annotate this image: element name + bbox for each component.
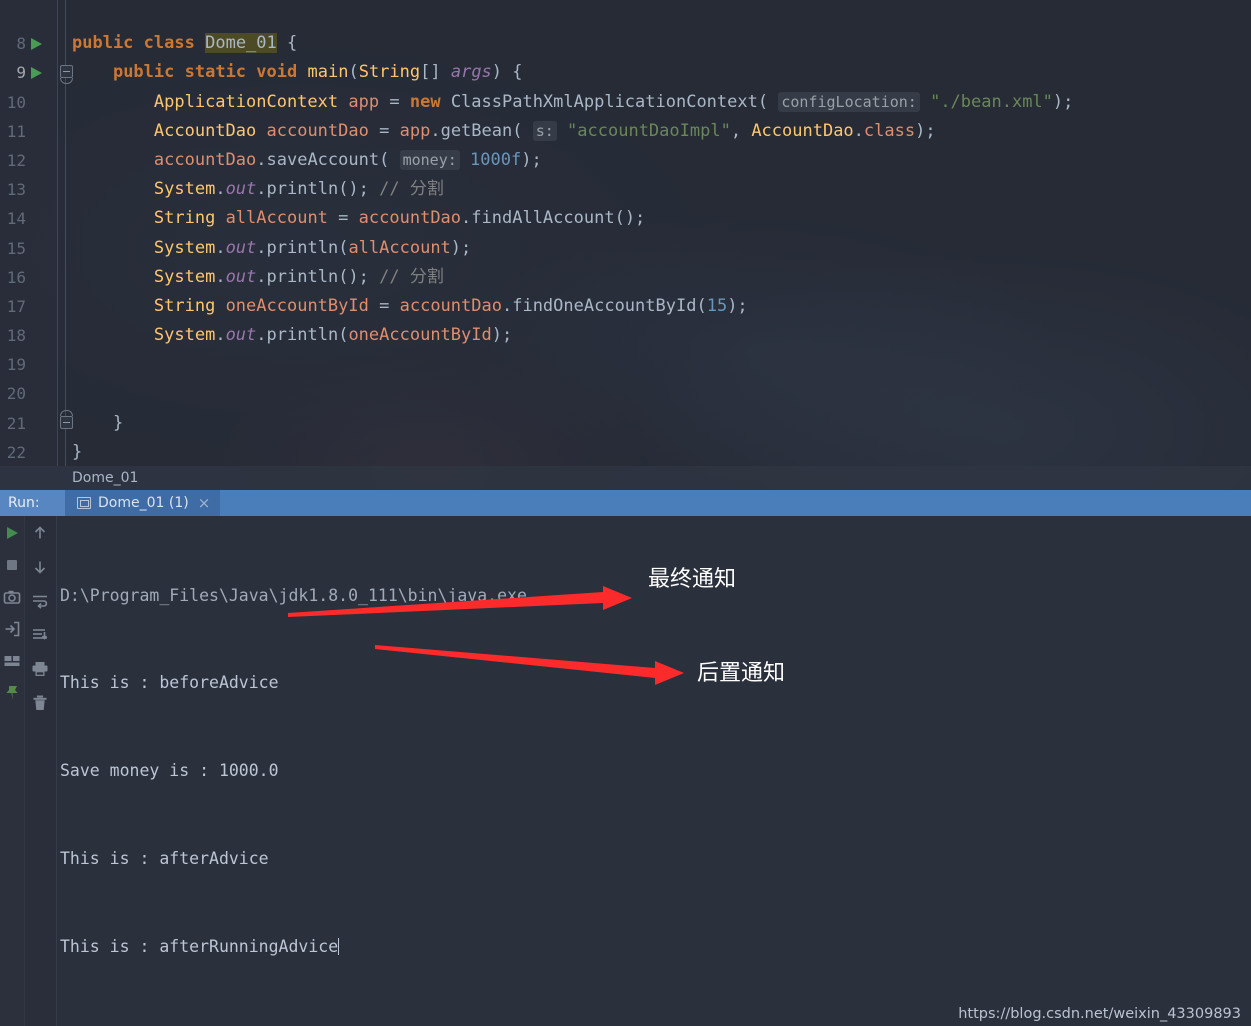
code-text: System.out.println(allAccount);	[153, 237, 472, 258]
code-text: accountDao.saveAccount( money: 1000f);	[153, 149, 542, 170]
code-text: public static void main(String[] args) {	[112, 62, 523, 83]
run-left-toolbar	[0, 516, 24, 1026]
run-right-toolbar	[24, 516, 56, 1026]
watermark: https://blog.csdn.net/weixin_43309893	[958, 1006, 1241, 1022]
code-line[interactable]: 23 }	[0, 438, 1251, 466]
arrow-up-icon[interactable]	[31, 524, 49, 542]
run-tool-window-header: Run: Dome_01 (1) ×	[0, 490, 1251, 516]
code-line[interactable]: 13 accountDao.saveAccount( money: 1000f)…	[0, 146, 1251, 199]
console-line: This is : afterAdvice	[60, 849, 269, 869]
run-tool-window: D:\Program_Files\Java\jdk1.8.0_111\bin\j…	[0, 516, 1251, 1026]
export-icon[interactable]	[3, 620, 21, 638]
text-caret	[338, 938, 340, 956]
console-line: Save money is : 1000.0	[60, 761, 279, 781]
code-text: ApplicationContext app = new ClassPathXm…	[153, 91, 1074, 112]
code-line[interactable]: 8	[0, 0, 1251, 53]
console-output[interactable]: D:\Program_Files\Java\jdk1.8.0_111\bin\j…	[60, 522, 1251, 1026]
run-configuration-tab[interactable]: Dome_01 (1) ×	[65, 490, 221, 516]
code-line[interactable]: 14 System.out.println(); // 分割	[0, 175, 1251, 228]
arrow-down-icon[interactable]	[31, 558, 49, 576]
code-text: System.out.println(); // 分割	[153, 179, 444, 200]
code-text: public class Dome_01 {	[72, 33, 298, 54]
breadcrumb[interactable]: Dome_01	[0, 466, 1251, 490]
console-line-text: This is : afterRunningAdvice	[60, 937, 339, 957]
console-line-with-caret: This is : afterRunningAdvice	[60, 932, 1251, 961]
annotation-label-final-advice: 最终通知	[648, 567, 737, 592]
run-gutter-icon[interactable]	[31, 67, 42, 80]
run-tab-title: Dome_01 (1)	[98, 495, 189, 511]
code-text: }	[72, 441, 83, 462]
stop-icon[interactable]	[3, 556, 21, 574]
layout-icon[interactable]	[3, 652, 21, 670]
scroll-end-icon[interactable]	[31, 626, 49, 644]
play-icon[interactable]	[3, 524, 21, 542]
annotation-label-after-advice: 后置通知	[697, 661, 786, 686]
code-line[interactable]: 17 System.out.println(); // 分割	[0, 263, 1251, 316]
toolbar-separator	[56, 516, 57, 1026]
code-text: String oneAccountById = accountDao.findO…	[153, 295, 748, 316]
code-text: AccountDao accountDao = app.getBean( s: …	[153, 120, 936, 141]
code-line[interactable]: 18 String oneAccountById = accountDao.fi…	[0, 292, 1251, 345]
code-text: System.out.println(oneAccountById);	[153, 325, 513, 346]
code-line[interactable]: 21	[0, 379, 1251, 433]
code-line[interactable]: 9 public class Dome_01 {	[0, 29, 1251, 82]
pin-icon[interactable]	[3, 684, 21, 702]
code-text: }	[112, 412, 124, 433]
code-text: System.out.println(); // 分割	[153, 266, 444, 287]
console-window-icon	[77, 497, 91, 509]
soft-wrap-icon[interactable]	[31, 592, 49, 610]
code-line[interactable]: 15 String allAccount = accountDao.findAl…	[0, 204, 1251, 257]
printer-icon[interactable]	[31, 660, 49, 678]
run-window-label: Run:	[0, 490, 65, 516]
code-line[interactable]: 22 }	[0, 409, 1251, 462]
code-line[interactable]: 20	[0, 350, 1251, 403]
trash-icon[interactable]	[31, 694, 49, 712]
code-text: String allAccount = accountDao.findAllAc…	[153, 208, 646, 229]
camera-icon[interactable]	[3, 588, 21, 606]
close-icon[interactable]: ×	[198, 495, 211, 511]
console-line: This is : beforeAdvice	[60, 673, 279, 693]
run-gutter-icon[interactable]	[31, 38, 42, 51]
intellij-idea-window: 8 9 public class Dome_01 { 10 public sta…	[0, 0, 1251, 1026]
code-line[interactable]: 10 public static void main(String[] args…	[0, 58, 1251, 111]
code-line[interactable]: 19 System.out.println(oneAccountById);	[0, 321, 1251, 374]
code-line[interactable]: 16 System.out.println(allAccount);	[0, 234, 1251, 287]
code-editor[interactable]: 8 9 public class Dome_01 { 10 public sta…	[0, 0, 1251, 466]
code-line[interactable]: 12 AccountDao accountDao = app.getBean( …	[0, 117, 1251, 170]
code-line[interactable]: 11 ApplicationContext app = new ClassPat…	[0, 88, 1251, 141]
